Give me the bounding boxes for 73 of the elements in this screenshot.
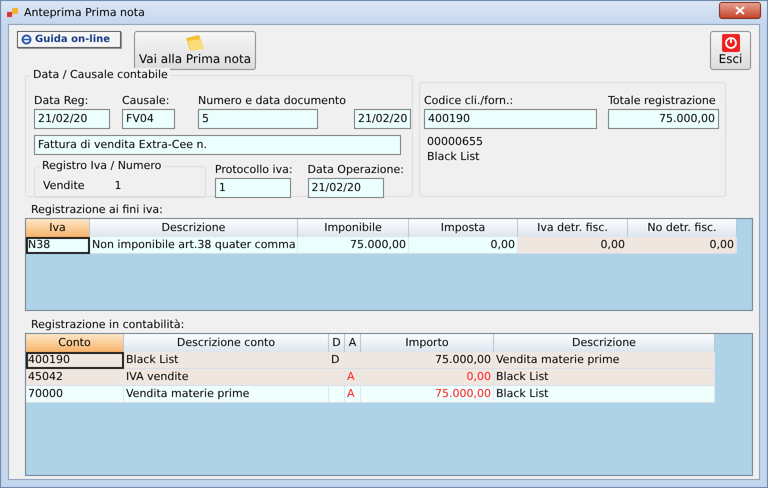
table-cell: 45042 <box>26 369 124 386</box>
field-label: Data Reg: <box>34 94 90 109</box>
table-row[interactable]: 45042 IVA vendite A 0,00 Black List <box>26 369 715 386</box>
table-cell: A <box>345 386 361 403</box>
table-cell: 400190 <box>26 352 124 369</box>
column-header[interactable]: No detr. fisc. <box>628 219 737 237</box>
power-icon <box>720 34 742 52</box>
table-cell: D <box>329 352 345 369</box>
column-header[interactable]: A <box>345 334 361 352</box>
customer-name: Black List <box>427 150 480 163</box>
column-header[interactable]: Iva detr. fisc. <box>518 219 628 237</box>
table-cell <box>345 352 361 369</box>
table-row[interactable]: 70000 Vendita materie prime A 75.000,00 Black List <box>26 386 715 403</box>
section-title: Registrazione ai fini iva: <box>31 203 163 216</box>
customer-number: 00000655 <box>427 135 484 148</box>
registry-name: Vendite <box>43 179 85 192</box>
column-header[interactable]: Imponibile <box>298 219 409 237</box>
table-cell <box>329 369 345 386</box>
field-label: Codice cli./forn.: <box>424 94 514 109</box>
input-field[interactable]: Fattura di vendita Extra-Cee n. <box>34 135 401 155</box>
table-cell: 75.000,00 <box>361 352 494 369</box>
field-label: Causale: <box>122 94 170 109</box>
field-label: Protocollo iva: <box>214 163 293 178</box>
group-title: Registro Iva / Numero <box>40 159 164 172</box>
table-cell: 75.000,00 <box>298 237 409 254</box>
table-cell: 0,00 <box>518 237 628 254</box>
table-cell: Vendita materie prime <box>494 352 715 369</box>
table-cell: 70000 <box>26 386 124 403</box>
input-field[interactable]: 21/02/20 <box>34 109 110 129</box>
window-title: Anteprima Prima nota <box>24 6 146 19</box>
table-cell: N38 <box>26 237 90 254</box>
input-field[interactable]: FV04 <box>122 109 175 129</box>
field-label: Data Operazione: <box>308 163 404 178</box>
column-header[interactable]: Importo <box>361 334 494 352</box>
table-cell: IVA vendite <box>124 369 329 386</box>
table-cell: 0,00 <box>409 237 518 254</box>
column-header[interactable]: Descrizione <box>90 219 298 237</box>
table-cell <box>329 386 345 403</box>
table-cell: 75.000,00 <box>361 386 494 403</box>
column-header[interactable]: Imposta <box>409 219 518 237</box>
section-title: Registrazione in contabilità: <box>31 318 184 331</box>
column-header[interactable]: Descrizione conto <box>124 334 329 352</box>
input-field[interactable]: 400190 <box>424 109 597 129</box>
table-row[interactable]: 400190 Black List D 75.000,00 Vendita materie prime <box>26 352 715 369</box>
table-cell: Non imponibile art.38 quater comma <box>90 237 298 254</box>
app-icon <box>7 6 19 18</box>
input-field[interactable]: 21/02/20 <box>354 109 412 129</box>
input-field[interactable]: 5 <box>198 109 318 129</box>
table-cell: Black List <box>494 386 715 403</box>
table-row[interactable]: N38 Non imponibile art.38 quater comma 75.000,00 0,00 0,00 0,00 <box>26 237 737 254</box>
group-title: Data / Causale contabile <box>31 68 170 81</box>
registry-number: 1 <box>114 179 122 192</box>
column-header[interactable]: D <box>329 334 345 352</box>
table-cell: 0,00 <box>628 237 737 254</box>
table-cell: Vendita materie prime <box>124 386 329 403</box>
table-cell: A <box>345 369 361 386</box>
close-icon <box>735 6 745 15</box>
column-header[interactable]: Descrizione <box>494 334 715 352</box>
field-label: Totale registrazione <box>608 94 717 109</box>
table-cell: Black List <box>124 352 329 369</box>
table-cell: Black List <box>494 369 715 386</box>
field-label: Numero e data documento <box>198 94 346 109</box>
input-field[interactable]: 75.000,00 <box>608 109 719 129</box>
help-button[interactable]: Guida on-line <box>17 31 121 48</box>
folder-icon <box>183 34 207 52</box>
exit-button[interactable]: Esci <box>710 31 751 70</box>
table-cell: 0,00 <box>361 369 494 386</box>
column-header[interactable]: Conto <box>26 334 124 352</box>
input-field[interactable]: 21/02/20 <box>308 178 384 198</box>
close-button[interactable] <box>719 2 761 19</box>
column-header[interactable]: Iva <box>26 219 90 237</box>
input-field[interactable]: 1 <box>214 178 291 198</box>
goto-button[interactable]: Vai alla Prima nota <box>134 31 256 70</box>
